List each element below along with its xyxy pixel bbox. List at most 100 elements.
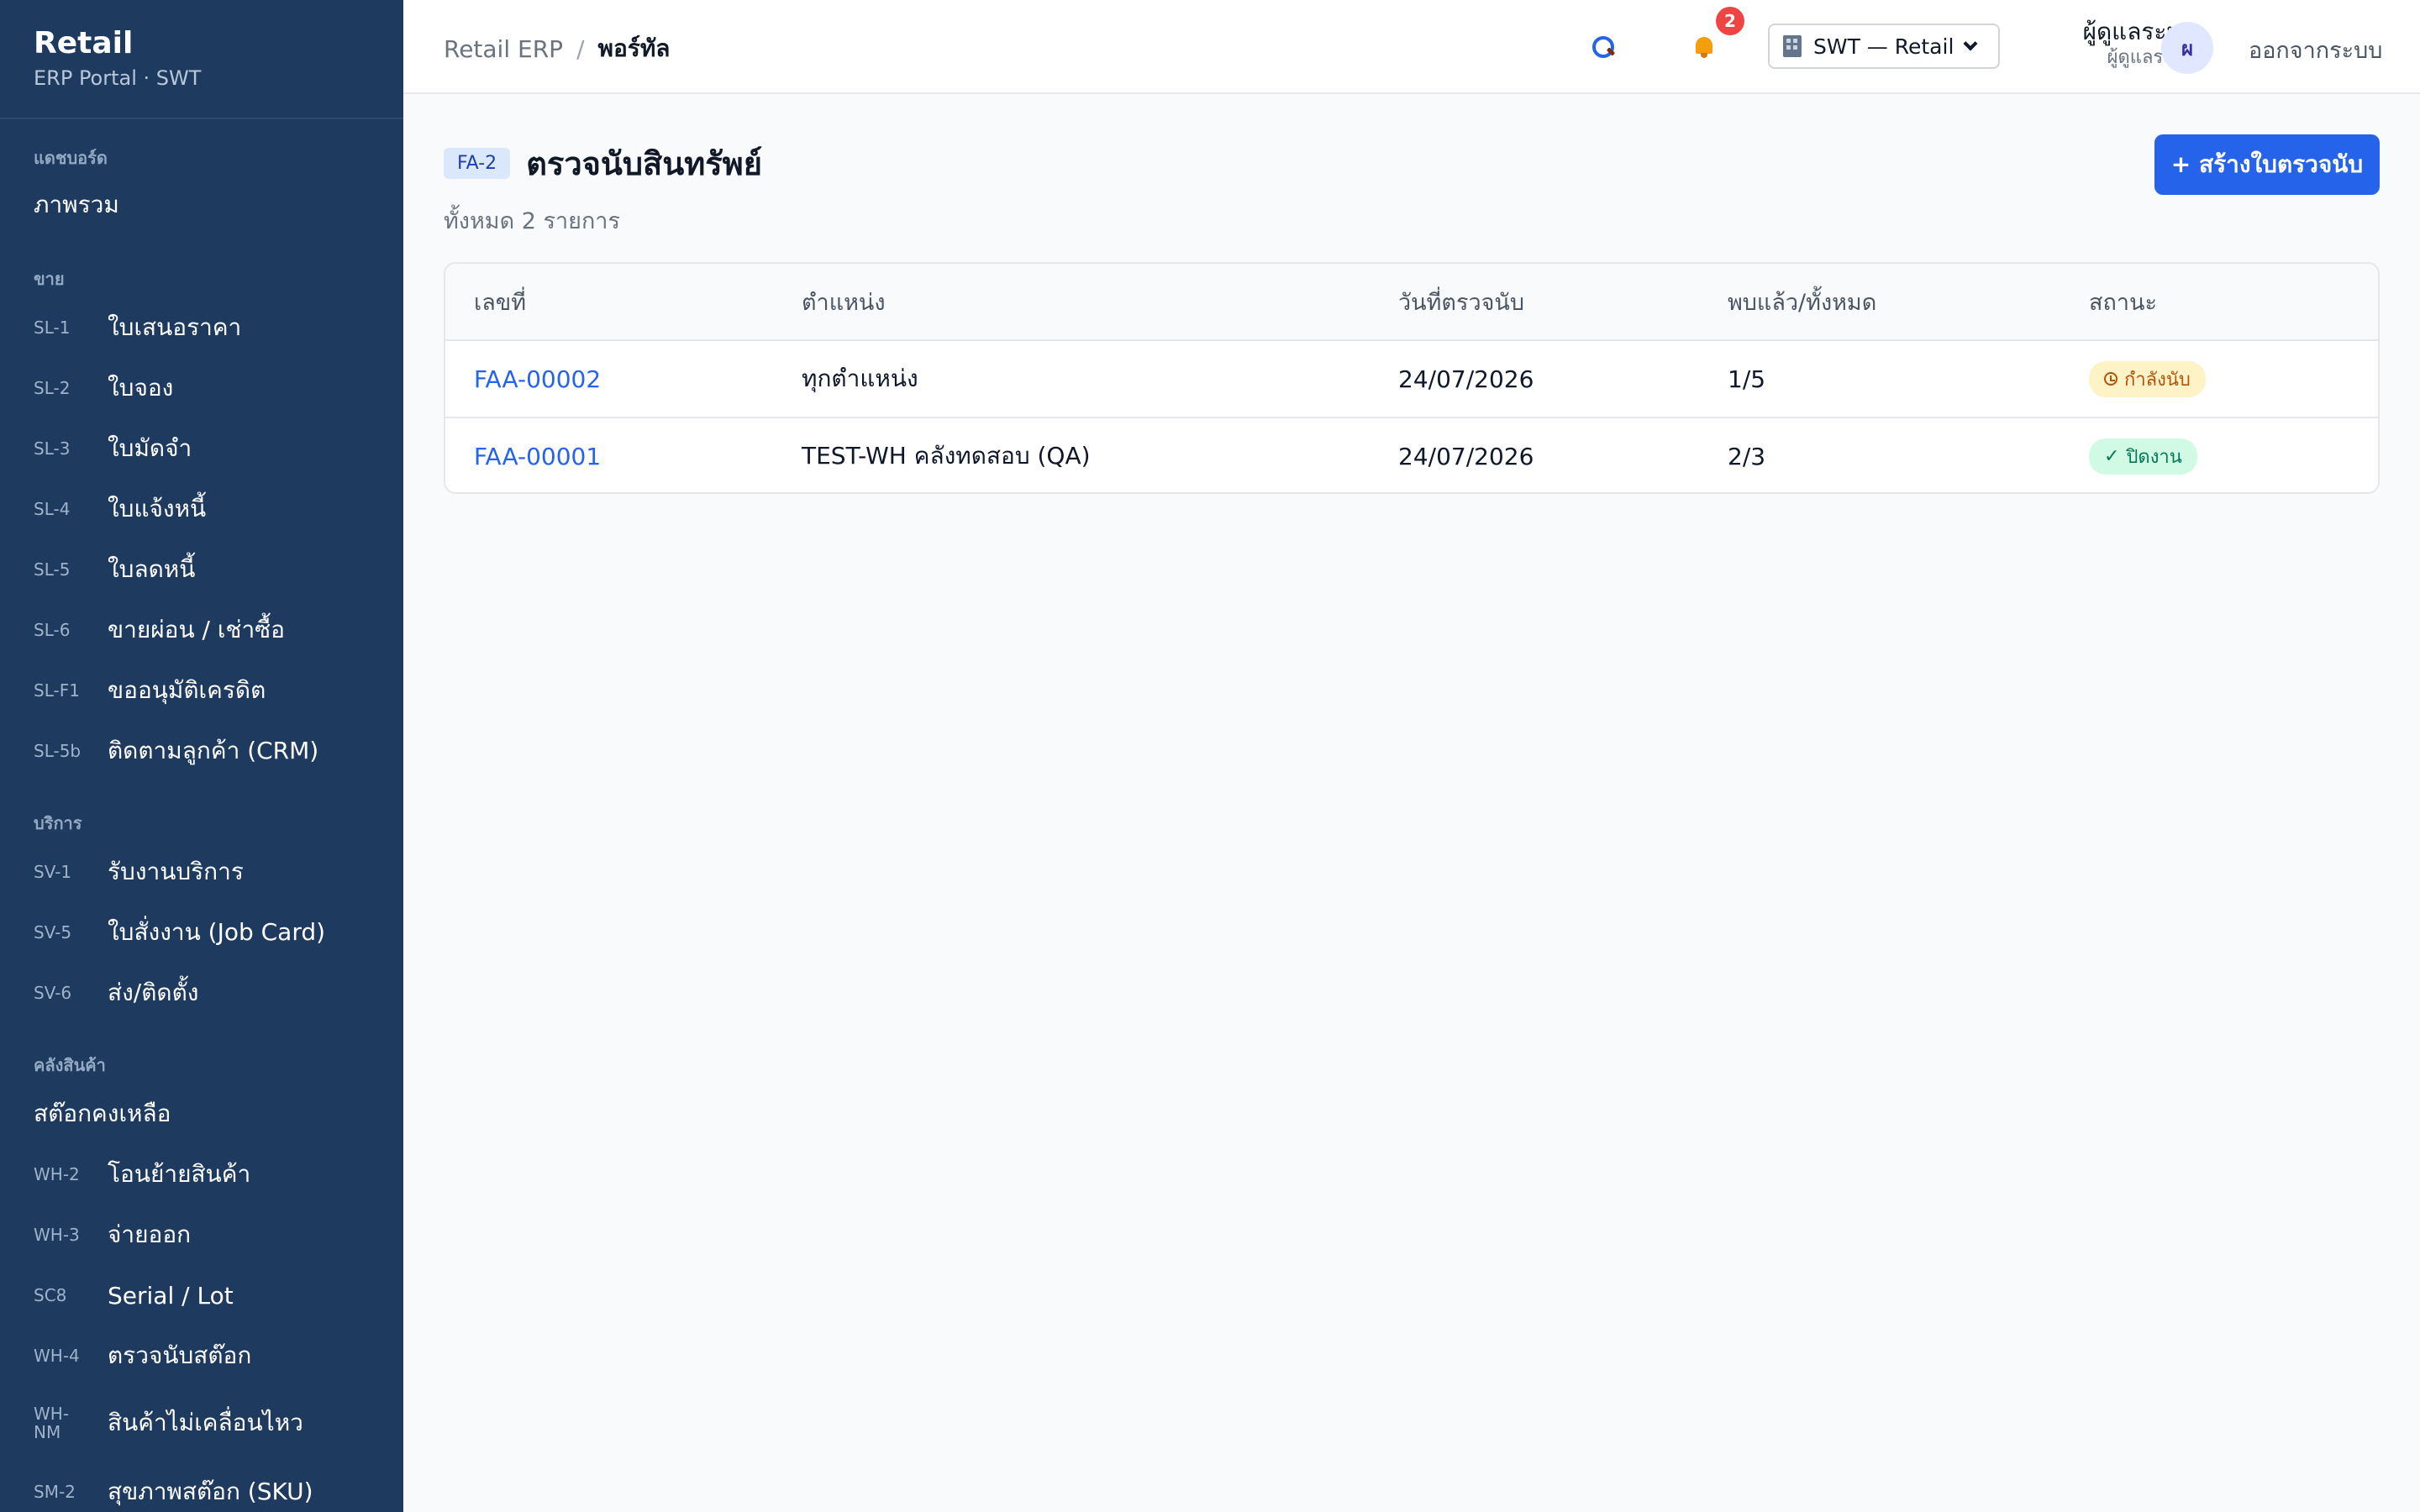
breadcrumb-current: พอร์ทัล bbox=[597, 34, 671, 62]
sidebar-item-job-card[interactable]: SV-5 ใบสั่งงาน (Job Card) bbox=[34, 909, 387, 956]
sidebar-item-label: ใบเสนอราคา bbox=[108, 313, 242, 341]
column-header-status: สถานะ bbox=[2089, 289, 2157, 316]
brand-subtitle: ERP Portal · SWT bbox=[34, 66, 202, 90]
sidebar-item-code: SL-1 bbox=[34, 318, 71, 338]
column-header-found-total: พบแล้ว/ทั้งหมด bbox=[1728, 289, 1877, 316]
avatar[interactable]: ผ bbox=[2161, 22, 2213, 74]
sidebar-section-sales: ขาย bbox=[34, 269, 65, 289]
location-cell: TEST-WH คลังทดสอบ (QA) bbox=[802, 442, 1091, 470]
brand: Retail ERP Portal · SWT bbox=[0, 0, 403, 119]
sidebar-item-code: SV-1 bbox=[34, 862, 72, 882]
building-icon bbox=[1783, 35, 1802, 57]
found-total-cell: 2/3 bbox=[1728, 442, 1766, 470]
sidebar-item-crm[interactable]: SL-5b ติดตามลูกค้า (CRM) bbox=[34, 727, 387, 774]
sidebar-item-stock-health[interactable]: SM-2 สุขภาพสต๊อก (SKU) bbox=[34, 1468, 387, 1512]
sidebar-item-label: ใบจอง bbox=[108, 374, 174, 402]
status-cell: ✓ ปิดงาน bbox=[2089, 438, 2197, 475]
sidebar-section-warehouse: คลังสินค้า bbox=[34, 1055, 106, 1075]
sidebar-item-non-moving[interactable]: WH-NM สินค้าไม่เคลื่อนไหว bbox=[34, 1399, 387, 1446]
brand-title: Retail bbox=[34, 26, 134, 60]
sidebar-item-code: WH-NM bbox=[34, 1404, 70, 1442]
status-badge: ✓ ปิดงาน bbox=[2089, 438, 2197, 475]
sidebar-item-label: Serial / Lot bbox=[108, 1281, 234, 1310]
sidebar-item-installment[interactable]: SL-6 ขายผ่อน / เช่าซื้อ bbox=[34, 606, 387, 654]
sidebar-item-reservation[interactable]: SL-2 ใบจอง bbox=[34, 365, 387, 412]
logout-link[interactable]: ออกจากระบบ bbox=[2249, 32, 2382, 68]
asset-count-table: เลขที่ ตำแหน่ง วันที่ตรวจนับ พบแล้ว/ทั้ง… bbox=[444, 262, 2380, 494]
sidebar-item-code: SL-6 bbox=[34, 620, 71, 640]
status-badge: กำลังนับ bbox=[2089, 360, 2206, 397]
date-cell: 24/07/2026 bbox=[1398, 365, 1534, 393]
search-button[interactable] bbox=[1583, 27, 1623, 67]
sidebar-item-code: SL-2 bbox=[34, 378, 71, 398]
search-icon bbox=[1592, 36, 1614, 58]
sidebar-item-code: SV-5 bbox=[34, 922, 72, 942]
date-cell: 24/07/2026 bbox=[1398, 442, 1534, 470]
sidebar-item-code: SC8 bbox=[34, 1285, 67, 1305]
table-row[interactable]: FAA-00001 TEST-WH คลังทดสอบ (QA) 24/07/2… bbox=[445, 417, 2378, 492]
page-code-badge: FA-2 bbox=[444, 148, 511, 179]
clock-icon bbox=[2104, 372, 2118, 386]
sidebar-item-label: ติดตามลูกค้า (CRM) bbox=[108, 737, 319, 764]
sidebar-item-label: โอนย้ายสินค้า bbox=[108, 1160, 251, 1188]
sidebar-item-code: SV-6 bbox=[34, 983, 72, 1003]
sidebar-item-deposit[interactable]: SL-3 ใบมัดจำ bbox=[34, 425, 387, 472]
sidebar-item-label: ใบแจ้งหนี้ bbox=[108, 495, 207, 522]
doc-number-link[interactable]: FAA-00002 bbox=[474, 365, 601, 393]
page-subtitle: ทั้งหมด 2 รายการ bbox=[444, 208, 620, 234]
sidebar-item-serial-lot[interactable]: SC8 Serial / Lot bbox=[34, 1272, 387, 1319]
table-header-row: เลขที่ ตำแหน่ง วันที่ตรวจนับ พบแล้ว/ทั้ง… bbox=[445, 264, 2378, 339]
column-header-count-date: วันที่ตรวจนับ bbox=[1398, 289, 1525, 316]
column-header-location: ตำแหน่ง bbox=[802, 289, 886, 316]
sidebar-item-label: รับงานบริการ bbox=[108, 858, 244, 885]
sidebar-item-label: ใบลดหนี้ bbox=[108, 555, 196, 583]
sidebar-item-quotation[interactable]: SL-1 ใบเสนอราคา bbox=[34, 304, 387, 351]
sidebar-item-label: สินค้าไม่เคลื่อนไหว bbox=[108, 1409, 303, 1436]
column-header-doc-no: เลขที่ bbox=[474, 289, 527, 316]
table-row[interactable]: FAA-00002 ทุกตำแหน่ง 24/07/2026 1/5 กำลั… bbox=[445, 339, 2378, 417]
notifications-button[interactable] bbox=[1684, 27, 1724, 67]
notification-badge: 2 bbox=[1716, 7, 1744, 35]
sidebar-item-issue[interactable]: WH-3 จ่ายออก bbox=[34, 1211, 387, 1258]
status-cell: กำลังนับ bbox=[2089, 360, 2206, 397]
sidebar-item-code: SL-5 bbox=[34, 559, 71, 580]
sidebar-item-label: ใบมัดจำ bbox=[108, 434, 192, 462]
sidebar-item-code: SL-3 bbox=[34, 438, 71, 459]
sidebar-item-delivery-install[interactable]: SV-6 ส่ง/ติดตั้ง bbox=[34, 969, 387, 1016]
status-label: กำลังนับ bbox=[2124, 369, 2191, 391]
sidebar-item-label: ขออนุมัติเครดิต bbox=[108, 676, 266, 704]
sidebar-item-transfer[interactable]: WH-2 โอนย้ายสินค้า bbox=[34, 1151, 387, 1198]
sidebar-item-label: จ่ายออก bbox=[108, 1221, 192, 1248]
sidebar-item-code: SM-2 bbox=[34, 1482, 76, 1502]
sidebar-item-code: WH-4 bbox=[34, 1346, 80, 1366]
sidebar-item-stock-balance[interactable]: สต๊อกคงเหลือ bbox=[34, 1090, 387, 1137]
sidebar-item-credit-approval[interactable]: SL-F1 ขออนุมัติเครดิต bbox=[34, 667, 387, 714]
topbar: Retail ERP / พอร์ทัล 2 SWT — Retail ผู้ด… bbox=[403, 0, 2420, 94]
status-label: ปิดงาน bbox=[2126, 446, 2182, 468]
sidebar-item-label: ขายผ่อน / เช่าซื้อ bbox=[108, 616, 285, 643]
doc-number-link[interactable]: FAA-00001 bbox=[474, 443, 601, 470]
sidebar-item-credit-note[interactable]: SL-5 ใบลดหนี้ bbox=[34, 546, 387, 593]
check-icon: ✓ bbox=[2104, 445, 2120, 467]
sidebar-item-code: SL-5b bbox=[34, 741, 82, 761]
found-total-cell: 1/5 bbox=[1728, 365, 1766, 393]
chevron-down-icon bbox=[1963, 36, 1978, 51]
breadcrumb-root[interactable]: Retail ERP bbox=[444, 35, 563, 63]
sidebar-item-service-intake[interactable]: SV-1 รับงานบริการ bbox=[34, 848, 387, 895]
sidebar-section-service: บริการ bbox=[34, 813, 82, 833]
company-selector-label: SWT — Retail bbox=[1813, 34, 1954, 59]
breadcrumb: Retail ERP / พอร์ทัล bbox=[444, 30, 670, 67]
sidebar: Retail ERP Portal · SWT แดชบอร์ด ภาพรวม … bbox=[0, 0, 403, 1512]
sidebar-section-dashboard: แดชบอร์ด bbox=[34, 148, 108, 168]
sidebar-item-label: ส่ง/ติดตั้ง bbox=[108, 979, 199, 1006]
sidebar-item-invoice[interactable]: SL-4 ใบแจ้งหนี้ bbox=[34, 486, 387, 533]
sidebar-item-stock-count[interactable]: WH-4 ตรวจนับสต๊อก bbox=[34, 1332, 387, 1379]
sidebar-item-overview[interactable]: ภาพรวม bbox=[34, 181, 387, 228]
breadcrumb-separator: / bbox=[576, 34, 585, 63]
page-title: ตรวจนับสินทรัพย์ bbox=[526, 145, 762, 182]
company-selector[interactable]: SWT — Retail bbox=[1768, 24, 2000, 69]
create-count-button[interactable]: + สร้างใบตรวจนับ bbox=[2154, 134, 2380, 195]
sidebar-item-label: สต๊อกคงเหลือ bbox=[34, 1100, 171, 1127]
sidebar-item-label: ภาพรวม bbox=[34, 191, 119, 218]
sidebar-item-code: SL-4 bbox=[34, 499, 71, 519]
